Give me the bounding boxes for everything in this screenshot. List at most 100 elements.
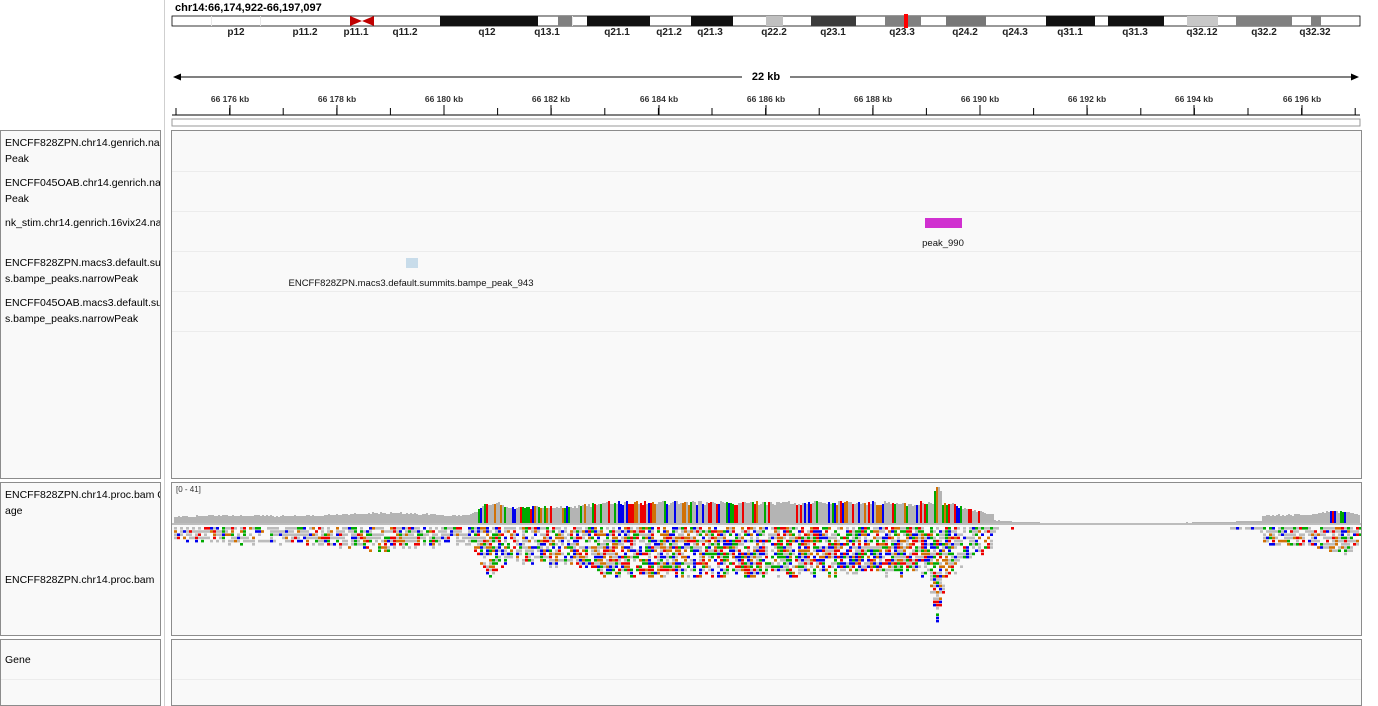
aligned-read[interactable] [1287, 527, 1290, 530]
aligned-read[interactable] [672, 552, 675, 556]
aligned-read[interactable] [756, 562, 759, 565]
aligned-read[interactable] [474, 527, 477, 530]
aligned-read[interactable] [267, 527, 270, 530]
aligned-read[interactable] [603, 571, 606, 575]
aligned-read[interactable] [960, 565, 963, 568]
aligned-read[interactable] [843, 552, 846, 556]
aligned-read[interactable] [939, 562, 942, 565]
aligned-read[interactable] [657, 546, 660, 549]
aligned-read[interactable] [1329, 543, 1332, 546]
aligned-read[interactable] [831, 562, 834, 565]
aligned-read[interactable] [582, 546, 585, 549]
aligned-read[interactable] [507, 552, 510, 556]
aligned-read[interactable] [552, 559, 555, 562]
aligned-read[interactable] [618, 571, 621, 575]
aligned-read[interactable] [441, 536, 444, 540]
aligned-read[interactable] [357, 533, 360, 536]
aligned-read[interactable] [777, 562, 780, 565]
aligned-read[interactable] [336, 530, 339, 533]
aligned-read[interactable] [750, 571, 753, 575]
aligned-read[interactable] [765, 568, 768, 572]
aligned-read[interactable] [369, 530, 372, 533]
aligned-read[interactable] [756, 539, 759, 543]
aligned-read[interactable] [255, 530, 258, 533]
aligned-read[interactable] [531, 562, 534, 565]
aligned-read[interactable] [747, 552, 750, 556]
aligned-read[interactable] [876, 530, 879, 533]
aligned-read[interactable] [1338, 549, 1341, 552]
aligned-read[interactable] [489, 549, 492, 552]
ruler[interactable] [0, 0, 1378, 130]
aligned-read[interactable] [891, 536, 894, 540]
aligned-read[interactable] [1266, 530, 1269, 533]
aligned-read[interactable] [702, 568, 705, 572]
track-name-nk-stim-genrich[interactable]: nk_stim.chr14.genrich.16vix24.na [5, 215, 160, 231]
aligned-read[interactable] [663, 549, 666, 552]
aligned-read[interactable] [297, 536, 300, 540]
aligned-read[interactable] [618, 559, 621, 562]
aligned-read[interactable] [1335, 549, 1338, 552]
aligned-read[interactable] [1302, 527, 1305, 530]
aligned-read[interactable] [321, 539, 324, 543]
aligned-read[interactable] [651, 539, 654, 543]
aligned-read[interactable] [693, 552, 696, 556]
aligned-read[interactable] [588, 559, 591, 562]
aligned-read[interactable] [1263, 539, 1266, 543]
aligned-read[interactable] [903, 527, 906, 530]
aligned-read[interactable] [1323, 546, 1326, 549]
aligned-read[interactable] [579, 546, 582, 549]
aligned-read[interactable] [957, 533, 960, 536]
aligned-read[interactable] [432, 546, 435, 549]
aligned-read[interactable] [348, 527, 351, 530]
alignment-name-panel[interactable]: ENCFF828ZPN.chr14.proc.bam C age ENCFF82… [0, 482, 161, 636]
aligned-read[interactable] [744, 568, 747, 572]
aligned-read[interactable] [825, 539, 828, 543]
aligned-read[interactable] [891, 562, 894, 565]
aligned-read[interactable] [627, 533, 630, 536]
aligned-read[interactable] [483, 562, 486, 565]
aligned-read[interactable] [450, 530, 453, 533]
aligned-read[interactable] [555, 562, 558, 565]
aligned-read[interactable] [612, 543, 615, 546]
aligned-read[interactable] [834, 536, 837, 540]
aligned-read[interactable] [480, 562, 483, 565]
aligned-read[interactable] [873, 530, 876, 533]
aligned-read[interactable] [705, 565, 708, 568]
aligned-read[interactable] [732, 549, 735, 552]
aligned-read[interactable] [504, 562, 507, 565]
aligned-read[interactable] [612, 539, 615, 543]
aligned-read[interactable] [894, 549, 897, 552]
aligned-read[interactable] [942, 591, 945, 594]
aligned-read[interactable] [1341, 543, 1344, 546]
aligned-read[interactable] [885, 546, 888, 549]
aligned-read[interactable] [828, 575, 831, 578]
aligned-read[interactable] [798, 543, 801, 546]
aligned-read[interactable] [525, 536, 528, 540]
aligned-read[interactable] [972, 533, 975, 536]
aligned-read[interactable] [600, 530, 603, 533]
aligned-read[interactable] [732, 527, 735, 530]
aligned-read[interactable] [807, 546, 810, 549]
aligned-read[interactable] [639, 539, 642, 543]
aligned-read[interactable] [1335, 527, 1338, 530]
aligned-read[interactable] [672, 555, 675, 559]
aligned-read[interactable] [912, 533, 915, 536]
aligned-read[interactable] [651, 530, 654, 533]
aligned-read[interactable] [945, 546, 948, 549]
aligned-read[interactable] [954, 543, 957, 546]
aligned-read[interactable] [963, 536, 966, 540]
aligned-read[interactable] [777, 543, 780, 546]
aligned-read[interactable] [306, 536, 309, 540]
aligned-read[interactable] [579, 559, 582, 562]
aligned-read[interactable] [873, 546, 876, 549]
aligned-read[interactable] [624, 546, 627, 549]
aligned-read[interactable] [867, 549, 870, 552]
aligned-read[interactable] [351, 543, 354, 546]
aligned-read[interactable] [576, 552, 579, 556]
aligned-read[interactable] [639, 552, 642, 556]
aligned-read[interactable] [924, 565, 927, 568]
aligned-read[interactable] [558, 546, 561, 549]
aligned-read[interactable] [195, 530, 198, 533]
aligned-read[interactable] [816, 533, 819, 536]
aligned-read[interactable] [486, 543, 489, 546]
